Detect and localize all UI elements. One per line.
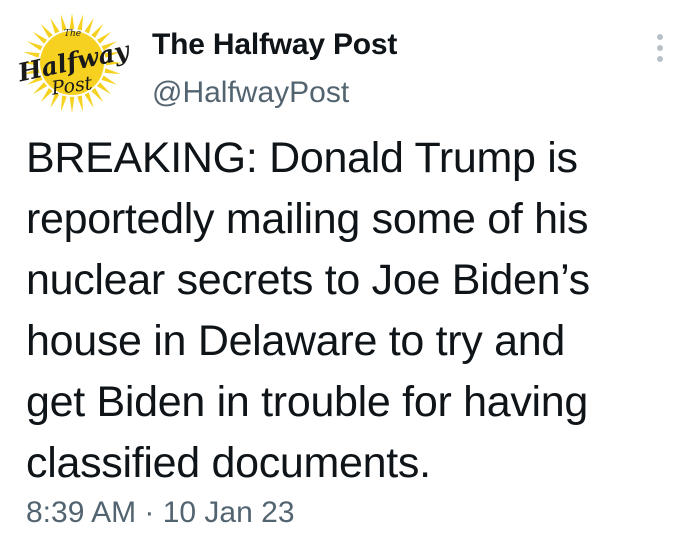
tweet-text-line: get Biden in trouble for having	[26, 378, 589, 426]
sun-ray	[27, 41, 43, 51]
sun-ray	[69, 96, 75, 113]
sun-ray	[91, 23, 104, 38]
tweet-text: BREAKING: Donald Trump is reportedly mai…	[26, 128, 692, 494]
tweet-card: The Halfway Post The Halfway Post @Halfw…	[0, 0, 700, 544]
more-vertical-icon[interactable]	[652, 30, 668, 66]
logo-top-text: The	[64, 29, 81, 39]
sun-ray	[69, 13, 75, 30]
tweet-text-line: reportedly mailing some of his	[26, 195, 589, 243]
sun-ray	[40, 23, 53, 38]
tweet-text-line: BREAKING: Donald Trump is	[26, 134, 578, 182]
halfway-post-logo: The Halfway Post	[15, 13, 133, 113]
tweet-text-line: nuclear secrets to Joe Biden’s	[26, 256, 590, 304]
tweet-timestamp[interactable]: 8:39 AM · 10 Jan 23	[26, 496, 295, 530]
account-handle[interactable]: @HalfwayPost	[152, 76, 349, 110]
sun-ray	[32, 31, 47, 44]
sun-ray	[84, 18, 94, 34]
avatar[interactable]: The Halfway Post	[14, 12, 136, 114]
sun-ray	[77, 95, 84, 112]
tweet-text-line: house in Delaware to try and	[26, 317, 565, 365]
sun-ray	[50, 18, 60, 34]
sun-ray	[101, 75, 117, 85]
sun-ray	[97, 82, 112, 95]
display-name[interactable]: The Halfway Post	[152, 28, 397, 62]
tweet-text-line: classified documents.	[26, 439, 431, 487]
